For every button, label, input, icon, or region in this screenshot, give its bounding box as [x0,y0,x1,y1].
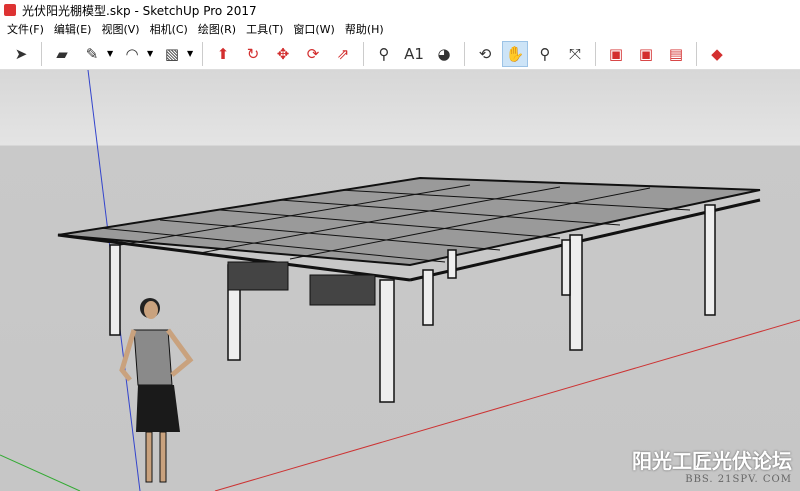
menu-bar: 文件(F) 编辑(E) 视图(V) 相机(C) 绘图(R) 工具(T) 窗口(W… [0,20,800,38]
tape-measure-icon: ⚲ [378,44,390,63]
eraser-icon: ▰ [56,44,68,63]
move-tool-button[interactable]: ✥ [270,41,296,67]
toolbar-separator [696,41,697,66]
extension-manager-tool-button[interactable]: ◆ [704,41,730,67]
pencil-tool-button[interactable]: ✎ [79,41,105,67]
3d-viewport[interactable]: 阳光工匠光伏论坛 BBS. 21SPV. COM [0,70,800,491]
select-icon: ➤ [14,44,28,63]
toolbar: ➤ ▰ ✎ ▼ ◠ ▼ ▧ ▼ ⬆ ↻ ✥ ⟳ ⇗ ⚲ A1 ◕ ⟲ ✋ ⚲ ⤧ ▣ ▣ ▤ ◆ [0,38,800,70]
watermark-title: 阳光工匠光伏论坛 [632,449,792,473]
rectangle-icon: ▧ [164,44,180,63]
pencil-icon: ✎ [85,44,99,63]
title-bar: 光伏阳光棚模型.skp - SketchUp Pro 2017 [0,0,800,20]
menu-tools[interactable]: 工具(T) [241,21,288,37]
toolbar-separator [41,41,42,66]
pan-icon: ✋ [505,44,525,63]
tape-measure-tool-button[interactable]: ⚲ [371,41,397,67]
sketchup-logo-icon [4,4,16,16]
push-pull-icon: ⬆ [216,44,230,63]
scale-icon: ⇗ [336,44,350,63]
eraser-tool-button[interactable]: ▰ [49,41,75,67]
toolbar-separator [595,41,596,66]
3d-warehouse-tool-button[interactable]: ▣ [603,41,629,67]
follow-me-tool-button[interactable]: ↻ [240,41,266,67]
scale-tool-button[interactable]: ⇗ [330,41,356,67]
rectangle-tool-button[interactable]: ▧ [159,41,185,67]
rotate-tool-button[interactable]: ⟳ [300,41,326,67]
zoom-extents-tool-button[interactable]: ⤧ [562,41,588,67]
menu-draw[interactable]: 绘图(R) [193,21,241,37]
orbit-tool-button[interactable]: ⟲ [472,41,498,67]
paint-bucket-tool-button[interactable]: ◕ [431,41,457,67]
text-tool-button[interactable]: A1 [401,41,427,67]
toolbar-separator [464,41,465,66]
rectangle-dropdown-arrow-icon[interactable]: ▼ [187,49,197,58]
watermark: 阳光工匠光伏论坛 BBS. 21SPV. COM [632,445,792,485]
human-figure [119,298,194,483]
extension-warehouse-tool-button[interactable]: ▣ [633,41,659,67]
pan-tool-button[interactable]: ✋ [502,40,528,67]
menu-camera[interactable]: 相机(C) [145,21,193,37]
rotate-icon: ⟳ [306,44,320,63]
menu-view[interactable]: 视图(V) [96,21,144,37]
arc-tool-button[interactable]: ◠ [119,41,145,67]
share-model-tool-button[interactable]: ▤ [663,41,689,67]
extension-warehouse-icon: ▣ [638,44,654,63]
3d-warehouse-icon: ▣ [608,44,624,63]
zoom-tool-button[interactable]: ⚲ [532,41,558,67]
model-scene [0,70,800,491]
zoom-extents-icon: ⤧ [568,44,581,63]
toolbar-separator [202,41,203,66]
move-icon: ✥ [276,44,290,63]
follow-me-icon: ↻ [246,44,260,63]
menu-help[interactable]: 帮助(H) [340,21,389,37]
zoom-icon: ⚲ [539,44,551,63]
orbit-icon: ⟲ [478,44,492,63]
menu-window[interactable]: 窗口(W) [288,21,339,37]
arc-dropdown-arrow-icon[interactable]: ▼ [147,49,157,58]
share-model-icon: ▤ [668,44,684,63]
push-pull-tool-button[interactable]: ⬆ [210,41,236,67]
watermark-url: BBS. 21SPV. COM [685,474,792,485]
menu-edit[interactable]: 编辑(E) [49,21,97,37]
text-icon: A1 [404,44,424,63]
toolbar-separator [363,41,364,66]
paint-bucket-icon: ◕ [437,44,451,63]
green-axis [0,454,81,491]
menu-file[interactable]: 文件(F) [2,21,49,37]
pencil-dropdown-arrow-icon[interactable]: ▼ [107,49,117,58]
arc-icon: ◠ [125,44,139,63]
window-title: 光伏阳光棚模型.skp - SketchUp Pro 2017 [22,3,257,18]
extension-manager-icon: ◆ [711,44,723,63]
select-tool-button[interactable]: ➤ [8,41,34,67]
